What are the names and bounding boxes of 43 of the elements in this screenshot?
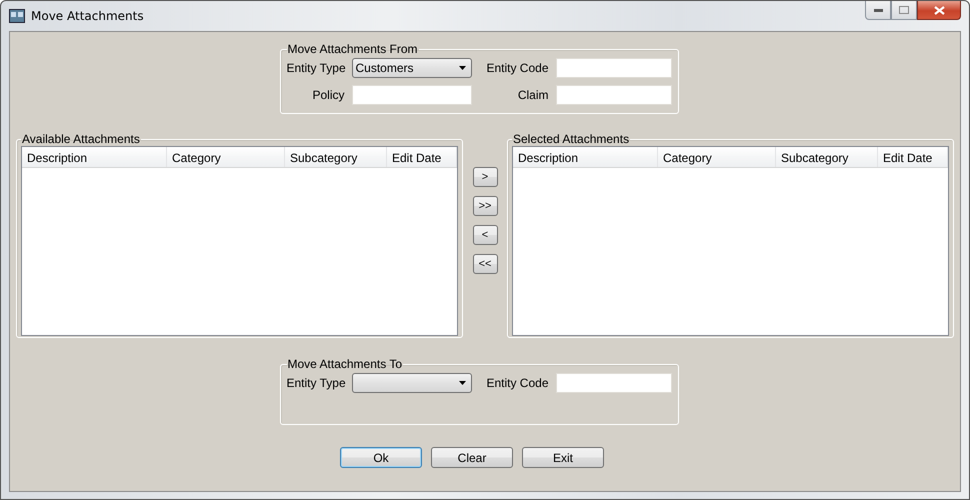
field-label: Entity Code [485,376,548,390]
column-header[interactable]: Subcategory [776,147,878,167]
field-label: Claim [516,88,548,102]
group-title: Available Attachments [21,132,141,146]
column-header[interactable]: Category [167,147,285,167]
dropdown[interactable] [352,373,472,393]
group-title: Move Attachments From [286,42,419,56]
move-button[interactable]: >> [472,196,498,216]
move-button[interactable]: << [472,254,498,274]
input-field[interactable] [352,85,472,105]
move-button[interactable]: > [472,167,498,187]
caret-icon [458,66,466,70]
input-field[interactable] [556,58,672,78]
field-label: Entity Type [286,376,344,390]
dropdown[interactable]: Customers [352,58,472,78]
group-title: Selected Attachments [512,132,630,146]
close-icon [934,6,944,14]
move-button[interactable]: < [472,225,498,245]
input-field[interactable] [556,85,672,105]
caret-icon [458,381,466,385]
list-view[interactable]: Description Category Subcategory Edit Date [21,146,458,336]
column-header[interactable]: Edit Date [878,147,948,167]
close-button[interactable] [917,1,961,20]
column-header[interactable]: Subcategory [285,147,387,167]
maximize-icon [899,6,909,14]
field-label: Entity Code [485,61,548,75]
app-icon [9,9,25,23]
dialog-button[interactable]: Ok [340,447,422,468]
group-title: Move Attachments To [286,357,404,371]
list-view[interactable]: Description Category Subcategory Edit Date [512,146,949,336]
window-title: Move Attachments [31,9,145,23]
minimize-icon [874,8,882,12]
column-header[interactable]: Description [513,147,658,167]
column-header[interactable]: Category [658,147,776,167]
field-label: Entity Type [286,61,344,75]
column-header[interactable]: Edit Date [387,147,457,167]
minimize-button[interactable] [865,1,891,20]
maximize-button[interactable] [891,1,917,20]
field-label: Policy [311,88,344,102]
dialog-button[interactable]: Clear [431,447,513,468]
input-field[interactable] [556,373,672,393]
column-header[interactable]: Description [22,147,167,167]
dialog-button[interactable]: Exit [522,447,604,468]
